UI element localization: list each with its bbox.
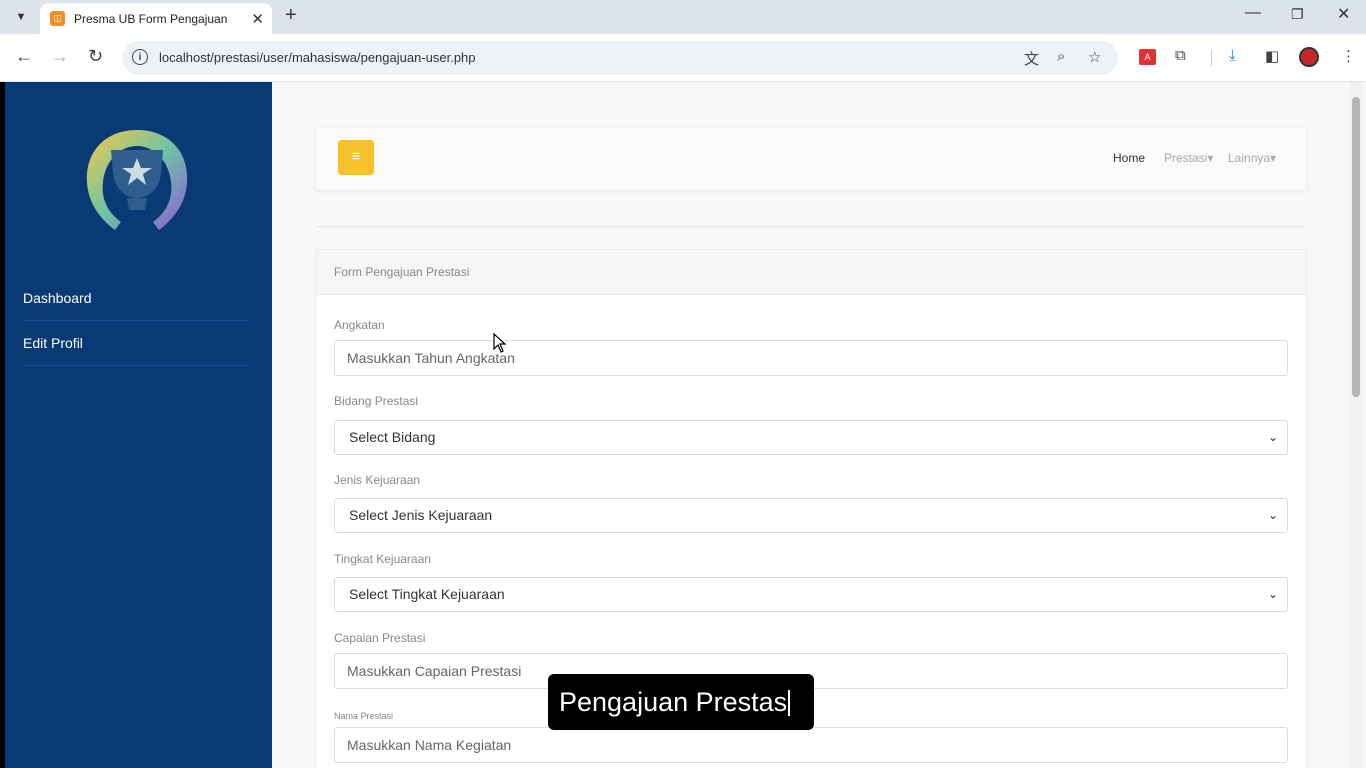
close-tab-icon[interactable]: ✕: [251, 10, 264, 28]
nama-prestasi-input[interactable]: Masukkan Nama Kegiatan: [334, 727, 1288, 763]
mouse-cursor-icon: [493, 333, 507, 353]
scrollbar-thumb[interactable]: [1352, 97, 1360, 397]
nama-prestasi-label: Nama Prestasi: [334, 711, 394, 721]
angkatan-input[interactable]: Masukkan Tahun Angkatan: [334, 340, 1288, 376]
sidebar: Dashboard Edit Profil: [5, 82, 272, 768]
tingkat-kejuaraan-select[interactable]: Select Tingkat Kejuaraan ⌄: [334, 577, 1288, 612]
bookmark-star-icon[interactable]: ☆: [1088, 48, 1101, 66]
video-caption: Pengajuan Prestas: [548, 674, 814, 730]
zoom-icon[interactable]: ⌕: [1057, 48, 1065, 65]
main-content: ≡ Home Prestasi▾ Lainnya▾ Form Pengajuan…: [272, 82, 1350, 768]
caption-text: Pengajuan Prestas: [559, 687, 788, 717]
reload-icon[interactable]: ↻: [88, 46, 103, 67]
download-icon[interactable]: ⤓: [1229, 47, 1236, 64]
page-scrollbar[interactable]: [1350, 82, 1362, 768]
chevron-down-icon: ⌄: [1267, 430, 1278, 444]
angkatan-label: Angkatan: [334, 318, 385, 332]
bidang-prestasi-select[interactable]: Select Bidang ⌄: [334, 420, 1288, 455]
sidebar-item-dashboard[interactable]: Dashboard: [23, 276, 248, 321]
jenis-kejuaraan-value: Select Jenis Kejuaraan: [349, 507, 493, 523]
capaian-prestasi-label: Capaian Prestasi: [334, 631, 426, 645]
browser-tab-bar: ▼ ◫ Presma UB Form Pengajuan ✕ + — ❐ ✕: [0, 0, 1366, 34]
jenis-kejuaraan-label: Jenis Kejuaraan: [334, 473, 421, 487]
extensions-puzzle-icon[interactable]: ⧉: [1175, 47, 1186, 64]
sidebar-item-edit-profil[interactable]: Edit Profil: [23, 321, 248, 366]
forward-arrow-icon[interactable]: →: [51, 46, 69, 67]
trophy-logo-icon: [86, 130, 188, 230]
minimize-icon[interactable]: —: [1245, 4, 1261, 22]
top-navbar: ≡ Home Prestasi▾ Lainnya▾: [316, 128, 1306, 190]
translate-icon[interactable]: 文: [1024, 48, 1039, 69]
nav-prestasi-dropdown[interactable]: Prestasi▾: [1164, 151, 1213, 165]
restore-icon[interactable]: ❐: [1291, 6, 1304, 23]
browser-tab[interactable]: ◫ Presma UB Form Pengajuan ✕: [40, 3, 272, 34]
chevron-down-icon: ⌄: [1267, 587, 1278, 601]
tingkat-kejuaraan-label: Tingkat Kejuaraan: [334, 552, 431, 566]
browser-toolbar: ← → ↻ i localhost/prestasi/user/mahasisw…: [0, 34, 1366, 82]
extension-icon[interactable]: A: [1139, 49, 1156, 65]
side-panel-icon[interactable]: ◧: [1265, 47, 1279, 65]
divider: [316, 226, 1306, 227]
jenis-kejuaraan-select[interactable]: Select Jenis Kejuaraan ⌄: [334, 498, 1288, 533]
web-page: Dashboard Edit Profil ≡ Home Prestasi▾ L…: [5, 82, 1366, 768]
tab-list-chevron-icon[interactable]: ▼: [8, 6, 34, 28]
back-arrow-icon[interactable]: ←: [15, 46, 33, 67]
tab-title: Presma UB Form Pengajuan: [74, 11, 228, 26]
profile-avatar[interactable]: [1299, 47, 1319, 67]
more-menu-icon[interactable]: ⋮: [1341, 47, 1356, 65]
favicon-icon: ◫: [50, 11, 65, 26]
toolbar-separator: [1211, 50, 1212, 66]
menu-toggle-button[interactable]: ≡: [338, 140, 374, 175]
new-tab-icon[interactable]: +: [285, 4, 297, 27]
window-close-icon[interactable]: ✕: [1337, 4, 1350, 24]
nav-home[interactable]: Home: [1113, 151, 1145, 165]
address-bar[interactable]: i localhost/prestasi/user/mahasiswa/peng…: [122, 41, 1118, 75]
text-cursor: [788, 690, 791, 716]
bidang-prestasi-value: Select Bidang: [349, 429, 436, 445]
chevron-down-icon: ⌄: [1267, 508, 1278, 522]
bidang-prestasi-label: Bidang Prestasi: [334, 394, 419, 408]
form-title: Form Pengajuan Prestasi: [316, 250, 1306, 295]
url-text[interactable]: localhost/prestasi/user/mahasiswa/pengaj…: [159, 50, 476, 65]
tingkat-kejuaraan-value: Select Tingkat Kejuaraan: [349, 586, 505, 602]
site-info-icon[interactable]: i: [132, 49, 148, 65]
nav-lainnya-dropdown[interactable]: Lainnya▾: [1228, 151, 1276, 165]
